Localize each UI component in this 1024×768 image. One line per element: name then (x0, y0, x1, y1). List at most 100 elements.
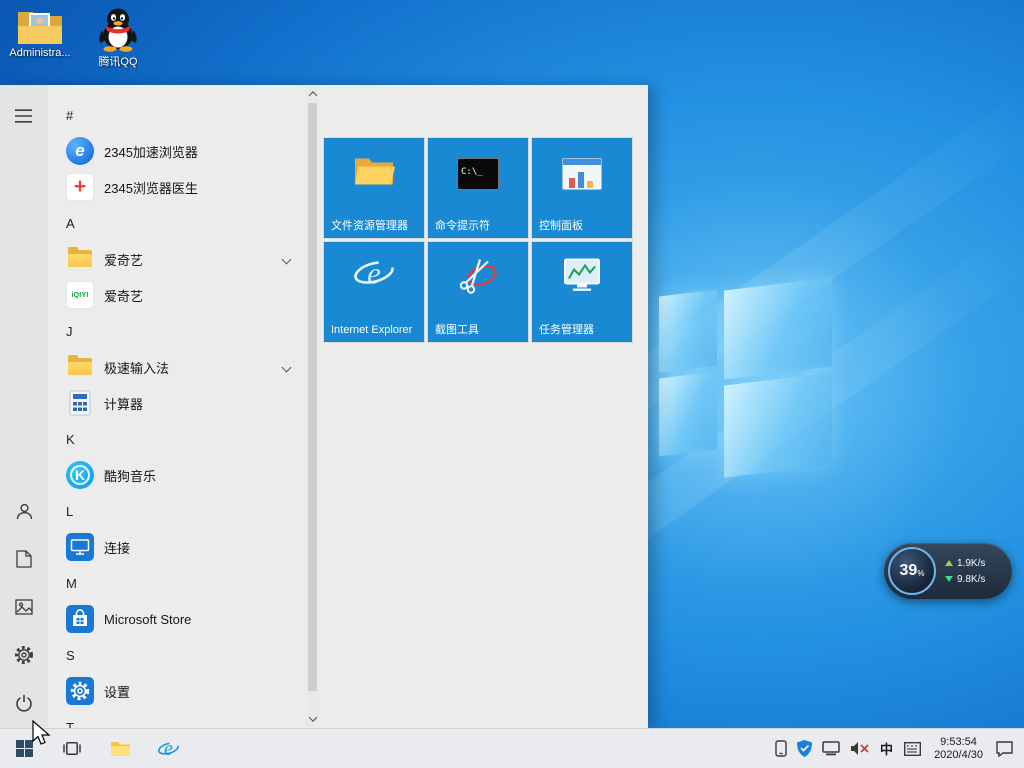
logo-pane (659, 371, 717, 457)
volume-tray-button[interactable] (845, 729, 874, 768)
network-speeds: 1.9K/s 9.8K/s (945, 555, 985, 587)
power-button[interactable] (0, 679, 48, 727)
app-item-iqiyi[interactable]: iQIYI 爱奇艺 (48, 277, 304, 313)
taskbar: e 中 9:53:54 2020/4/30 (0, 728, 1024, 768)
security-tray-button[interactable] (792, 729, 817, 768)
app-folder-iqiyi[interactable]: 爱奇艺 (48, 241, 304, 277)
hamburger-icon (15, 109, 32, 123)
gear-icon (15, 646, 33, 664)
tile-command-prompt[interactable]: C:\_ 命令提示符 (427, 137, 529, 239)
device-icon (775, 740, 787, 757)
expand-menu-button[interactable] (0, 92, 48, 140)
tile-snipping-tool[interactable]: 截图工具 (427, 241, 529, 343)
clock-time: 9:53:54 (940, 735, 977, 748)
app-folder-jisu-ime[interactable]: 极速输入法 (48, 349, 304, 385)
app-item-2345-browser-doctor[interactable]: + 2345浏览器医生 (48, 169, 304, 205)
file-explorer-icon (353, 155, 395, 194)
start-menu: # e 2345加速浏览器 + 2345浏览器医生 A 爱奇艺 iQIYI 爱奇… (0, 85, 648, 728)
user-icon (16, 503, 32, 519)
section-header-l[interactable]: L (48, 493, 304, 529)
section-header-j[interactable]: J (48, 313, 304, 349)
safely-remove-hardware-button[interactable] (770, 729, 792, 768)
microsoft-store-icon (66, 605, 94, 633)
start-menu-rail (0, 85, 48, 728)
network-speed-widget[interactable]: 39% 1.9K/s 9.8K/s (884, 543, 1012, 599)
app-list-scrollbar[interactable] (306, 87, 319, 726)
keyboard-icon (904, 741, 922, 756)
user-account-button[interactable] (0, 487, 48, 535)
windows-logo-icon (15, 740, 33, 757)
control-panel-icon (562, 158, 602, 190)
documents-button[interactable] (0, 535, 48, 583)
taskbar-clock[interactable]: 9:53:54 2020/4/30 (926, 736, 991, 762)
snipping-tool-icon (456, 257, 500, 300)
scrollbar-up-arrow[interactable] (306, 87, 319, 101)
task-view-icon (63, 742, 81, 755)
tile-task-manager[interactable]: 任务管理器 (531, 241, 633, 343)
ime-keyboard-button[interactable] (899, 729, 926, 768)
wallpaper-windows-logo (655, 277, 835, 478)
taskbar-file-explorer-button[interactable] (96, 729, 144, 768)
ime-language-indicator[interactable]: 中 (874, 729, 899, 768)
taskbar-ie-button[interactable]: e (144, 729, 192, 768)
tile-file-explorer[interactable]: 文件资源管理器 (323, 137, 425, 239)
section-header-k[interactable]: K (48, 421, 304, 457)
chevron-down-icon (281, 254, 292, 264)
start-tiles-grid: 文件资源管理器 C:\_ 命令提示符 控制面板 e Internet Explo… (323, 137, 636, 346)
2345-browser-icon: e (66, 137, 94, 165)
app-item-connect[interactable]: 连接 (48, 529, 304, 565)
action-center-icon (996, 740, 1013, 757)
action-center-button[interactable] (991, 729, 1018, 768)
scrollbar-thumb[interactable] (308, 103, 317, 691)
command-prompt-icon: C:\_ (457, 158, 499, 190)
desktop-icon-qq[interactable]: 腾讯QQ (80, 6, 156, 69)
settings-app-icon (66, 677, 94, 705)
app-item-microsoft-store[interactable]: Microsoft Store (48, 601, 304, 637)
pictures-button[interactable] (0, 583, 48, 631)
app-item-2345-browser[interactable]: e 2345加速浏览器 (48, 133, 304, 169)
section-header-s[interactable]: S (48, 637, 304, 673)
app-item-kugou[interactable]: K 酷狗音乐 (48, 457, 304, 493)
calculator-icon (66, 389, 94, 417)
power-icon (16, 695, 32, 712)
network-tray-button[interactable] (817, 729, 845, 768)
folder-icon (66, 353, 94, 381)
kugou-icon: K (66, 461, 94, 489)
section-header-m[interactable]: M (48, 565, 304, 601)
desktop-icon-label: 腾讯QQ (98, 56, 138, 68)
desktop-icon-label: Administra... (9, 47, 71, 59)
svg-text:e: e (367, 256, 381, 291)
volume-muted-icon (851, 742, 869, 755)
section-header-t[interactable]: T (48, 709, 304, 729)
start-button[interactable] (0, 729, 48, 768)
download-arrow-icon (945, 576, 953, 582)
folder-icon (66, 245, 94, 273)
shield-icon (797, 740, 813, 757)
task-manager-icon (560, 258, 604, 299)
internet-explorer-icon: e (352, 252, 396, 301)
tile-internet-explorer[interactable]: e Internet Explorer (323, 241, 425, 343)
pictures-icon (15, 599, 33, 615)
usage-percent-ball[interactable]: 39% (888, 547, 936, 595)
task-view-button[interactable] (48, 729, 96, 768)
logo-pane (659, 289, 717, 373)
desktop-icon-administrator[interactable]: Administra... (2, 6, 78, 59)
app-item-settings[interactable]: 设置 (48, 673, 304, 709)
section-header-a[interactable]: A (48, 205, 304, 241)
upload-arrow-icon (945, 560, 953, 566)
svg-text:e: e (164, 738, 173, 760)
settings-button[interactable] (0, 631, 48, 679)
tile-control-panel[interactable]: 控制面板 (531, 137, 633, 239)
qq-penguin-icon (99, 8, 137, 52)
screen: Administra... 腾讯QQ # e 2345加速浏览器 + 2345浏… (0, 0, 1024, 768)
browser-doctor-icon: + (66, 173, 94, 201)
start-app-list: # e 2345加速浏览器 + 2345浏览器医生 A 爱奇艺 iQIYI 爱奇… (48, 97, 304, 728)
chevron-down-icon (281, 362, 292, 372)
logo-pane (724, 277, 832, 380)
scrollbar-down-arrow[interactable] (306, 712, 319, 726)
folder-icon (110, 742, 130, 756)
clock-date: 2020/4/30 (934, 748, 983, 761)
section-header-hash[interactable]: # (48, 97, 304, 133)
app-item-calculator[interactable]: 计算器 (48, 385, 304, 421)
iqiyi-icon: iQIYI (66, 281, 94, 309)
